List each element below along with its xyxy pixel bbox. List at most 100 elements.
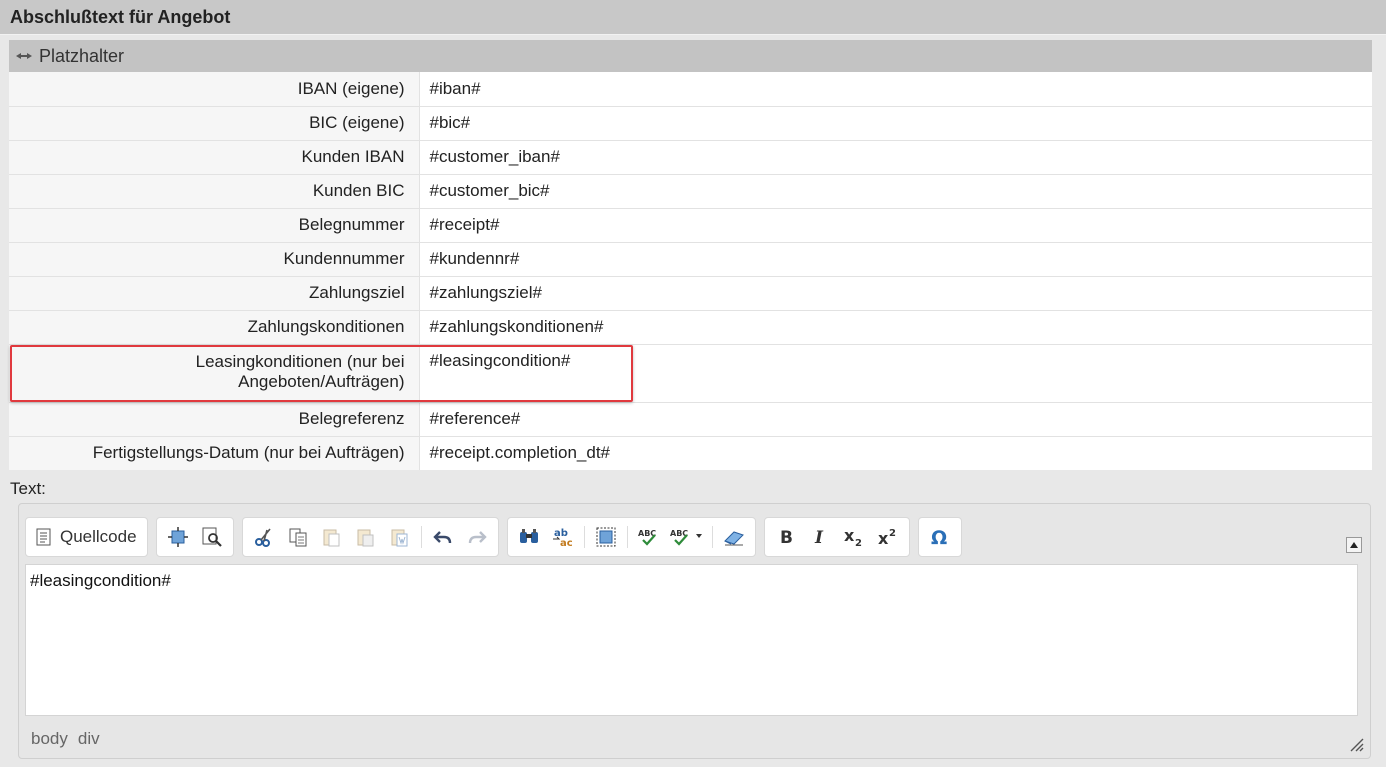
paste-word-button[interactable] [385, 522, 415, 552]
italic-icon: I [814, 528, 824, 548]
svg-text:B: B [780, 528, 793, 548]
source-button-label: Quellcode [60, 527, 137, 546]
toolbar-separator [583, 526, 585, 548]
page-title: Abschlußtext für Angebot [0, 0, 1386, 35]
placeholder-label: Belegnummer [9, 208, 420, 243]
table-row: Kunden BIC #customer_bic# [9, 174, 1372, 209]
table-row: Kundennummer #kundennr# [9, 242, 1372, 277]
placeholder-label: BIC (eigene) [9, 106, 420, 141]
editor-text: #leasingcondition# [30, 571, 171, 590]
replace-button[interactable]: ab ac [548, 522, 578, 552]
placeholder-value: #receipt# [419, 208, 1372, 243]
maximize-icon [167, 527, 188, 547]
superscript-button[interactable]: x2 [873, 522, 903, 552]
svg-text:x: x [844, 526, 855, 545]
copy-icon [289, 528, 307, 547]
undo-button[interactable] [428, 522, 458, 552]
table-row: Zahlungskonditionen #zahlungskonditionen# [9, 310, 1372, 345]
editor-content[interactable]: #leasingcondition# [25, 564, 1358, 716]
placeholder-label: Leasingkonditionen (nur bei Angeboten/Auf… [9, 344, 420, 403]
toolbar-collapse-button[interactable] [1346, 537, 1362, 553]
toolbar-separator [711, 526, 713, 548]
paste-text-button[interactable] [351, 522, 381, 552]
placeholder-value: #customer_bic# [419, 174, 1372, 209]
collapse-toggle-icon[interactable] [15, 50, 33, 62]
superscript-icon: x2 [878, 528, 896, 548]
remove-format-icon [723, 531, 744, 546]
select-all-icon [596, 527, 616, 547]
svg-text:Ω: Ω [931, 527, 947, 548]
table-row: BIC (eigene) #bic# [9, 106, 1372, 141]
toolbar-group-insert: Ω [917, 517, 962, 557]
subscript-button[interactable]: x2 [839, 522, 869, 552]
triangle-up-icon [1350, 542, 1358, 548]
table-row: Fertigstellungs-Datum (nur bei Aufträgen… [9, 436, 1372, 470]
element-path: body div [31, 729, 100, 749]
spellcheck-button[interactable]: ABC [634, 522, 664, 552]
placeholder-value: #leasingcondition# [419, 344, 1372, 403]
cut-button[interactable] [249, 522, 279, 552]
bold-button[interactable]: B [771, 522, 801, 552]
placeholder-label-line: Angeboten/Aufträgen) [238, 371, 405, 391]
paste-text-icon [357, 529, 374, 547]
placeholder-value: #bic# [419, 106, 1372, 141]
placeholder-section-title: Platzhalter [39, 45, 125, 66]
placeholder-label: Fertigstellungs-Datum (nur bei Aufträgen… [9, 436, 420, 470]
scayt-button[interactable]: ABC [668, 522, 706, 552]
table-row: Kunden IBAN #customer_iban# [9, 140, 1372, 175]
paste-button[interactable] [317, 522, 347, 552]
toolbar-group-document: Quellcode [25, 517, 148, 557]
placeholder-label: Zahlungsziel [9, 276, 420, 311]
table-row: Leasingkonditionen (nur bei Angeboten/Auf… [9, 344, 1372, 403]
placeholder-value: #reference# [419, 402, 1372, 437]
svg-text:2: 2 [889, 528, 896, 539]
find-button[interactable] [514, 522, 544, 552]
italic-button[interactable]: I [805, 522, 835, 552]
placeholder-value: #zahlungsziel# [419, 276, 1372, 311]
toolbar-group-basicstyles: B I x2 x2 [763, 517, 910, 557]
source-button[interactable]: Quellcode [32, 522, 141, 552]
placeholder-section: Platzhalter IBAN (eigene) #iban# BIC (eig… [9, 40, 1372, 470]
replace-icon: abac [552, 528, 573, 548]
maximize-button[interactable] [163, 522, 193, 552]
remove-format-button[interactable] [719, 522, 749, 552]
placeholder-value: #iban# [419, 72, 1372, 107]
copy-button[interactable] [283, 522, 313, 552]
placeholder-label: Zahlungskonditionen [9, 310, 420, 345]
path-item-div[interactable]: div [78, 729, 100, 749]
bold-icon: B [780, 528, 793, 548]
table-row: Belegnummer #receipt# [9, 208, 1372, 243]
rich-text-editor: Quellcode ab ac ABC ABC B I x 2 x 2 Ω #l… [18, 503, 1371, 759]
editor-toolbar: Quellcode ab ac ABC ABC B I x 2 x 2 Ω [25, 517, 962, 557]
path-item-body[interactable]: body [31, 729, 68, 749]
svg-text:ac: ac [560, 538, 573, 548]
scayt-icon: ABC [670, 529, 702, 546]
redo-icon [468, 531, 487, 544]
placeholder-section-header[interactable]: Platzhalter [9, 40, 1372, 72]
table-row: Zahlungsziel #zahlungsziel# [9, 276, 1372, 311]
svg-text:x: x [878, 529, 889, 548]
special-char-button[interactable]: Ω [925, 522, 955, 552]
svg-text:I: I [814, 528, 824, 548]
toolbar-group-editing: ab ac ABC ABC [506, 517, 756, 557]
find-icon [519, 529, 538, 543]
placeholder-label-line: Leasingkonditionen (nur bei [195, 351, 405, 371]
placeholder-table: IBAN (eigene) #iban# BIC (eigene) #bic# Ku… [9, 72, 1372, 470]
placeholder-value: #zahlungskonditionen# [419, 310, 1372, 345]
toolbar-group-view [155, 517, 234, 557]
toolbar-group-clipboard [241, 517, 499, 557]
svg-text:2: 2 [855, 538, 862, 548]
resize-handle[interactable] [1348, 736, 1364, 752]
preview-icon [202, 527, 222, 547]
toolbar-separator [420, 526, 422, 548]
select-all-button[interactable] [591, 522, 621, 552]
redo-button[interactable] [462, 522, 492, 552]
placeholder-value: #kundennr# [419, 242, 1372, 277]
undo-icon [432, 531, 451, 544]
placeholder-label: Belegreferenz [9, 402, 420, 437]
toolbar-separator [626, 526, 628, 548]
subscript-icon: x2 [844, 526, 862, 548]
preview-button[interactable] [197, 522, 227, 552]
paste-icon [323, 529, 340, 547]
source-icon [36, 528, 51, 546]
